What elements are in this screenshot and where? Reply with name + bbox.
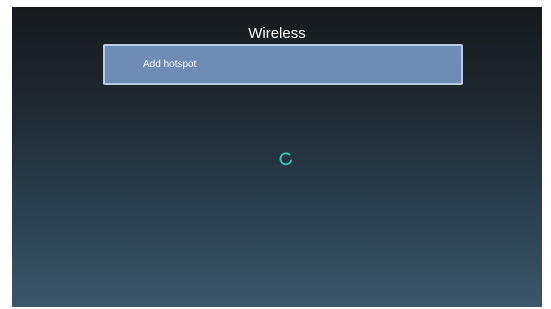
page-title: Wireless [248,25,306,42]
spinner-icon [279,152,293,166]
add-hotspot-item[interactable]: Add hotspot [103,44,463,85]
wireless-screen: Wireless Add hotspot [12,7,542,307]
add-hotspot-label: Add hotspot [143,59,197,70]
